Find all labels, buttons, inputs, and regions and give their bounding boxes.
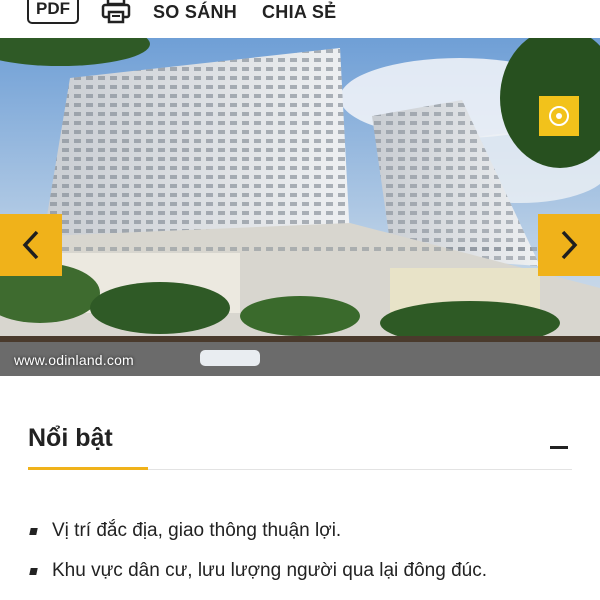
bullet-icon (29, 568, 38, 575)
brand-logo-badge (539, 96, 579, 136)
highlights-list: Vị trí đắc địa, giao thông thuận lợi. Kh… (28, 518, 588, 598)
minus-icon (550, 446, 568, 449)
photo-watermark: www.odinland.com (14, 352, 134, 368)
highlights-header[interactable]: Nổi bật (28, 420, 572, 472)
brand-logo-icon (549, 106, 569, 126)
chevron-left-icon (22, 230, 39, 260)
bullet-icon (29, 528, 38, 535)
gallery-prev-button[interactable] (0, 214, 62, 276)
list-item: Khu vực dân cư, lưu lượng người qua lại … (28, 558, 588, 598)
list-item-text: Khu vực dân cư, lưu lượng người qua lại … (52, 560, 487, 581)
share-button[interactable]: CHIA SẺ (262, 2, 336, 23)
compare-button[interactable]: SO SÁNH (153, 2, 237, 23)
printer-icon (101, 0, 131, 24)
pdf-button[interactable]: PDF (27, 0, 79, 24)
property-photo[interactable] (0, 38, 600, 376)
toolbar: PDF SO SÁNH CHIA SẺ (0, 0, 600, 38)
building-photo (0, 38, 600, 376)
list-item: Vị trí đắc địa, giao thông thuận lợi. (28, 518, 588, 558)
list-item-text: Vị trí đắc địa, giao thông thuận lợi. (52, 520, 342, 541)
chevron-right-icon (561, 230, 578, 260)
gallery-next-button[interactable] (538, 214, 600, 276)
print-button[interactable] (100, 0, 132, 26)
section-accent-underline (28, 467, 148, 470)
collapse-button[interactable] (548, 432, 574, 458)
section-title: Nổi bật (28, 424, 113, 452)
